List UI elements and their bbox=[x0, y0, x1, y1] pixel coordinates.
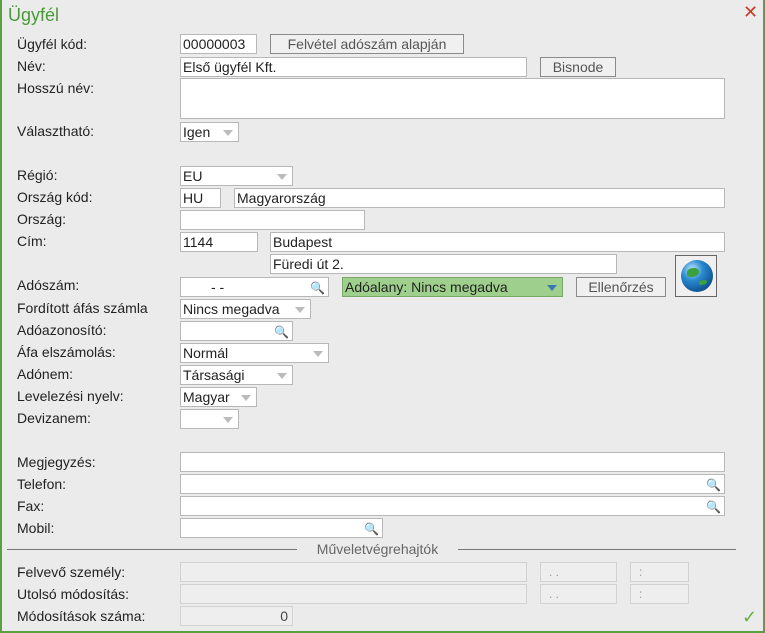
tax-type-label: Adónem: bbox=[17, 366, 74, 382]
chevron-down-icon bbox=[277, 174, 287, 180]
country-code-field[interactable]: HU bbox=[180, 188, 221, 208]
vat-accounting-value: Normál bbox=[183, 345, 229, 361]
chevron-down-icon bbox=[277, 373, 287, 379]
tax-number-field[interactable]: - - 🔍 bbox=[180, 277, 329, 297]
search-icon[interactable]: 🔍 bbox=[274, 323, 289, 340]
street-field[interactable]: Füredi út 2. bbox=[270, 254, 617, 274]
reverse-vat-value: Nincs megadva bbox=[183, 301, 280, 317]
note-field[interactable] bbox=[180, 452, 725, 472]
reverse-vat-select[interactable]: Nincs megadva bbox=[180, 299, 311, 319]
phone-field[interactable]: 🔍 bbox=[180, 474, 725, 494]
name-field[interactable]: Első ügyfél Kft. bbox=[180, 57, 527, 77]
modified-time-field: : bbox=[630, 584, 689, 604]
divider bbox=[7, 549, 297, 550]
region-select[interactable]: EU bbox=[180, 166, 293, 186]
chevron-down-icon bbox=[547, 285, 557, 291]
country-field[interactable] bbox=[180, 210, 365, 230]
region-label: Régió: bbox=[17, 167, 58, 183]
tax-type-select[interactable]: Társasági bbox=[180, 365, 293, 385]
chevron-down-icon bbox=[241, 395, 251, 401]
mail-language-select[interactable]: Magyar bbox=[180, 387, 257, 407]
name-label: Név: bbox=[17, 58, 46, 74]
fax-field[interactable]: 🔍 bbox=[180, 496, 725, 516]
country-code-label: Ország kód: bbox=[17, 189, 93, 205]
globe-icon bbox=[681, 260, 713, 292]
chevron-down-icon bbox=[295, 307, 305, 313]
last-modified-label: Utolsó módosítás: bbox=[17, 586, 130, 602]
mobile-label: Mobil: bbox=[17, 520, 55, 536]
created-time-field: : bbox=[630, 562, 689, 582]
vat-accounting-select[interactable]: Normál bbox=[180, 343, 329, 363]
phone-label: Telefon: bbox=[17, 476, 67, 492]
mobile-field[interactable]: 🔍 bbox=[180, 518, 383, 538]
selectable-value: Igen bbox=[183, 124, 211, 140]
modified-by-field bbox=[180, 584, 527, 604]
search-icon[interactable]: 🔍 bbox=[364, 520, 379, 537]
created-by-label: Felvevő személy: bbox=[17, 564, 126, 580]
checkmark-icon[interactable]: ✓ bbox=[742, 607, 757, 628]
currency-select[interactable] bbox=[180, 409, 239, 429]
long-name-label: Hosszú név: bbox=[17, 80, 95, 96]
tax-number-label: Adószám: bbox=[17, 277, 80, 293]
section-title: Műveletvégrehajtók bbox=[316, 541, 439, 557]
chevron-down-icon bbox=[313, 351, 323, 357]
search-icon[interactable]: 🔍 bbox=[310, 279, 325, 296]
reverse-vat-label: Fordított áfás számla bbox=[17, 300, 148, 316]
taxpayer-status-select[interactable]: Adóalany: Nincs megadva bbox=[342, 277, 563, 297]
divider bbox=[458, 549, 736, 550]
modified-date-field: . . bbox=[540, 584, 617, 604]
currency-label: Devizanem: bbox=[17, 410, 91, 426]
country-label: Ország: bbox=[17, 211, 67, 227]
taxpayer-status-value: Adóalany: Nincs megadva bbox=[345, 279, 508, 295]
close-icon[interactable]: ✕ bbox=[743, 2, 758, 23]
globe-button[interactable] bbox=[675, 255, 717, 297]
fax-label: Fax: bbox=[17, 498, 45, 514]
search-icon[interactable]: 🔍 bbox=[706, 498, 721, 515]
dialog-title: Ügyfél bbox=[8, 5, 60, 25]
tax-id-label: Adóazonosító: bbox=[17, 322, 107, 338]
created-by-field bbox=[180, 562, 527, 582]
create-from-tax-button[interactable]: Felvétel adószám alapján bbox=[270, 34, 464, 54]
tax-id-field[interactable]: 🔍 bbox=[180, 321, 293, 341]
check-button[interactable]: Ellenőrzés bbox=[576, 277, 666, 297]
chevron-down-icon bbox=[223, 130, 233, 136]
vat-accounting-label: Áfa elszámolás: bbox=[17, 344, 116, 360]
tax-type-value: Társasági bbox=[183, 367, 245, 383]
note-label: Megjegyzés: bbox=[17, 454, 96, 470]
modification-count-label: Módosítások száma: bbox=[17, 608, 146, 624]
tax-number-value: - - bbox=[211, 279, 225, 295]
search-icon[interactable]: 🔍 bbox=[706, 476, 721, 493]
code-field[interactable]: 00000003 bbox=[180, 34, 257, 54]
code-label: Ügyfél kód: bbox=[17, 36, 88, 52]
zip-field[interactable]: 1144 bbox=[180, 232, 258, 252]
country-name-field[interactable]: Magyarország bbox=[234, 188, 725, 208]
city-field[interactable]: Budapest bbox=[270, 232, 725, 252]
chevron-down-icon bbox=[223, 417, 233, 423]
long-name-field[interactable] bbox=[180, 78, 725, 119]
selectable-select[interactable]: Igen bbox=[180, 122, 239, 142]
modification-count-field: 0 bbox=[180, 606, 293, 626]
region-value: EU bbox=[183, 168, 203, 184]
created-date-field: . . bbox=[540, 562, 617, 582]
bisnode-button[interactable]: Bisnode bbox=[540, 57, 616, 77]
address-label: Cím: bbox=[17, 233, 47, 249]
selectable-label: Választható: bbox=[17, 123, 95, 139]
mail-language-value: Magyar bbox=[183, 389, 230, 405]
mail-language-label: Levelezési nyelv: bbox=[17, 388, 124, 404]
